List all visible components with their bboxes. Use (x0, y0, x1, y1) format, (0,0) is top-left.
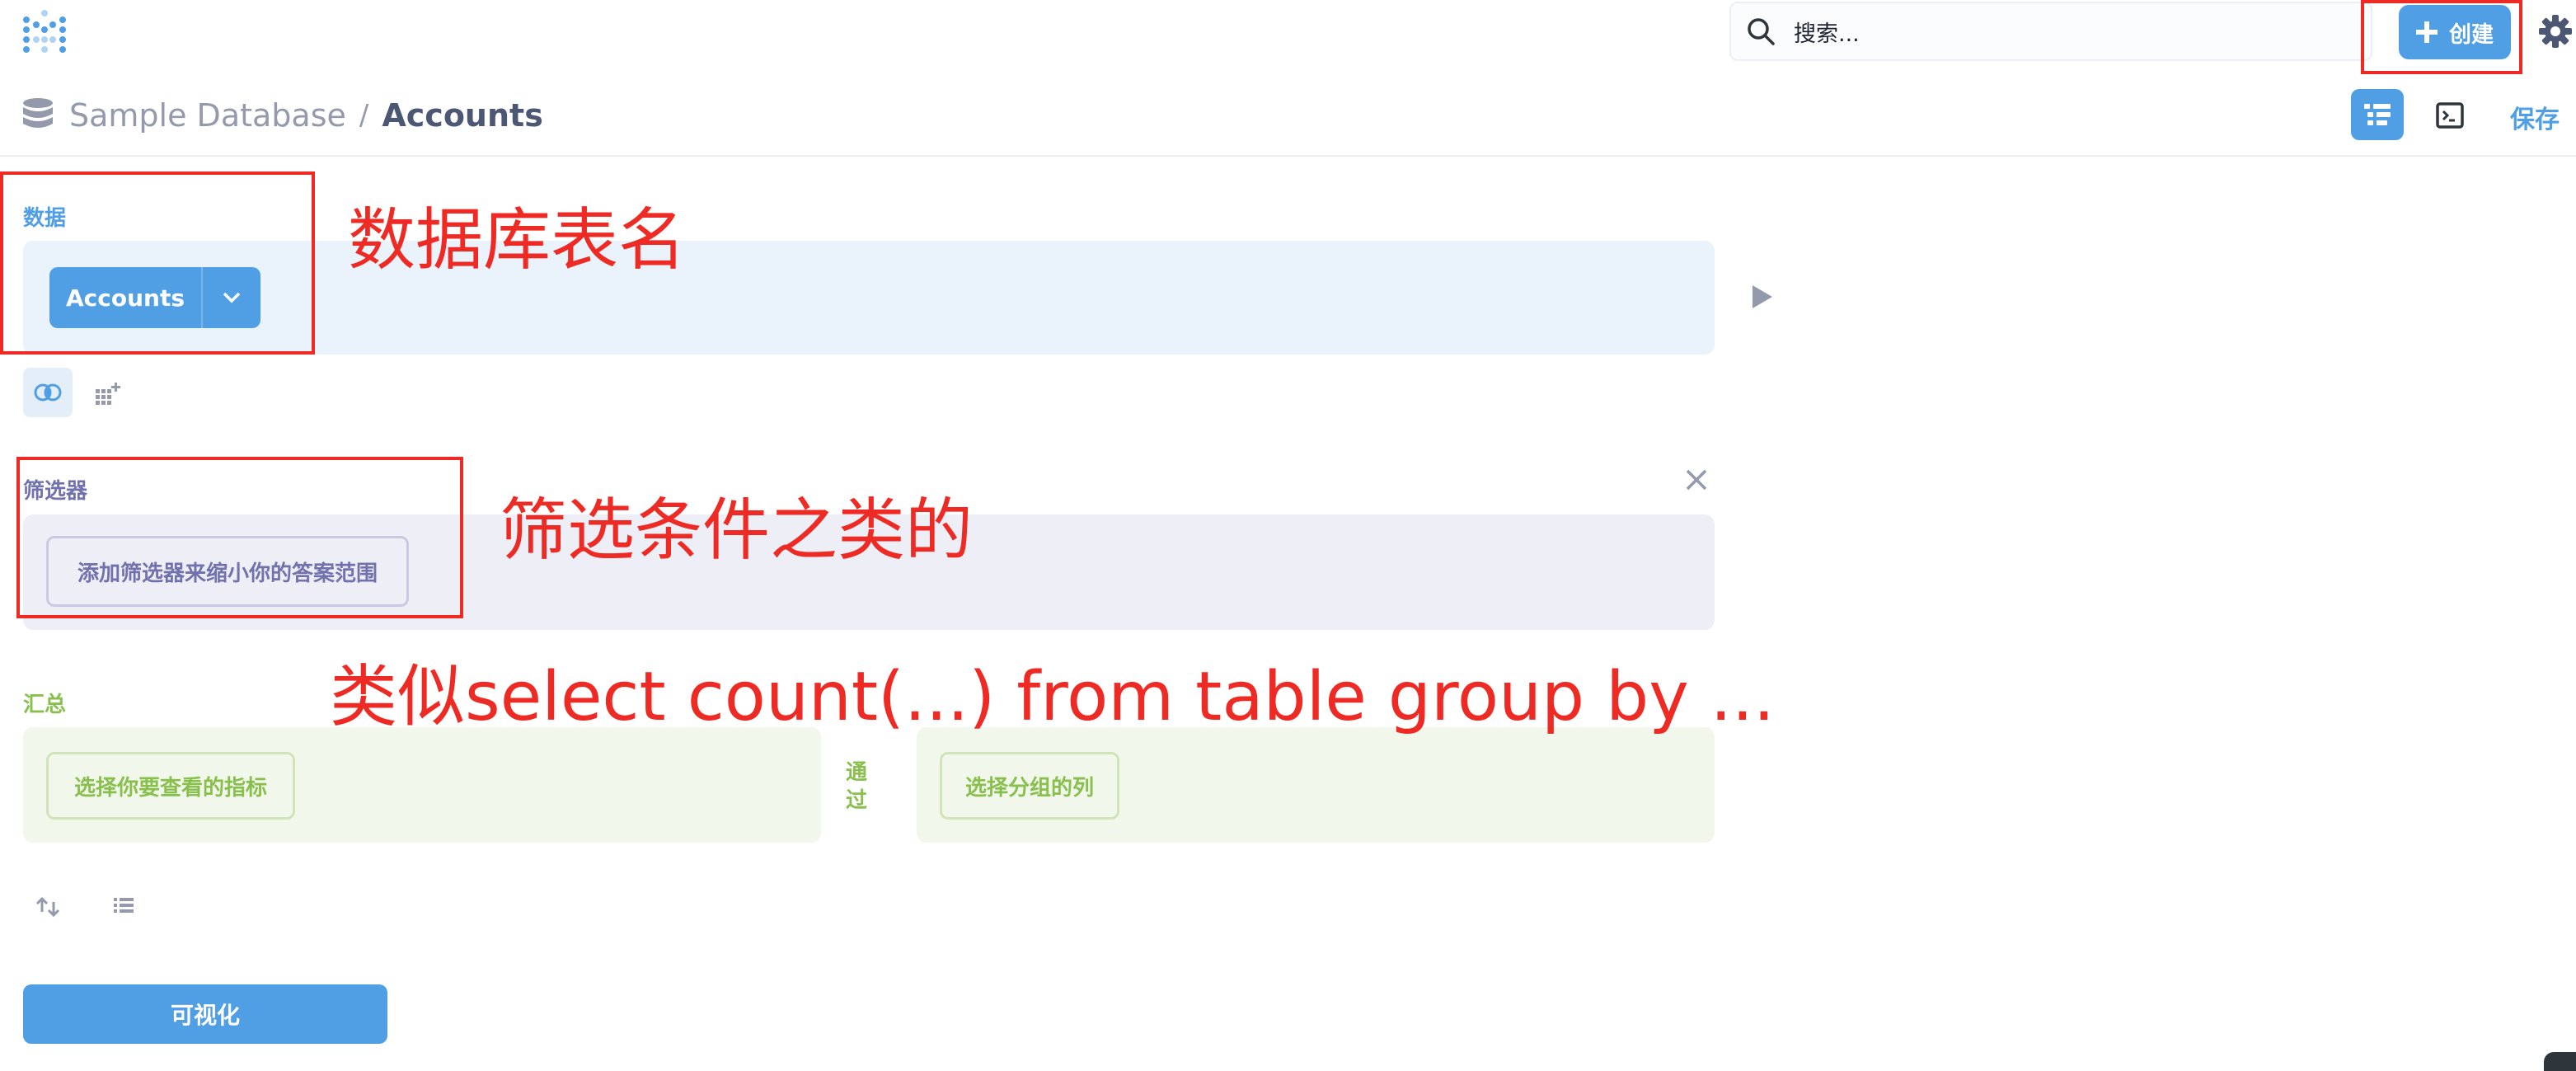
breadcrumb: Sample Database / Accounts (21, 92, 543, 139)
pick-metric-button[interactable]: 选择你要查看的指标 (46, 752, 295, 820)
database-icon (23, 98, 53, 128)
notebook-icon (2364, 104, 2391, 125)
gear-icon[interactable] (2537, 13, 2574, 49)
annotation-text-filter: 筛选条件之类的 (500, 491, 974, 570)
sort-icon[interactable] (35, 895, 61, 922)
join-button[interactable] (23, 368, 73, 417)
header-divider (0, 155, 2576, 157)
search-input[interactable]: 搜索... (1729, 2, 2372, 61)
search-placeholder: 搜索... (1794, 21, 1860, 47)
summarize-section-label: 汇总 (23, 693, 67, 717)
close-icon[interactable] (1685, 468, 1708, 495)
search-icon (1748, 18, 1775, 45)
custom-column-icon (96, 383, 120, 405)
breadcrumb-separator: / (359, 99, 369, 132)
visualize-button[interactable]: 可视化 (23, 984, 387, 1044)
annotation-box-filter (16, 457, 463, 618)
console-icon (2436, 102, 2464, 129)
play-icon[interactable] (1751, 284, 1774, 313)
annotation-text-data: 数据库表名 (348, 201, 687, 279)
sql-view-button[interactable] (2427, 92, 2473, 139)
notebook-view-button[interactable] (2351, 89, 2404, 140)
metabase-logo-icon[interactable] (21, 8, 68, 58)
annotation-box-data (0, 171, 315, 355)
pick-group-column-button[interactable]: 选择分组的列 (940, 752, 1119, 820)
group-by-label: 通过 (846, 760, 868, 813)
save-button[interactable]: 保存 (2510, 99, 2560, 135)
breadcrumb-table[interactable]: Accounts (382, 97, 542, 134)
custom-column-button[interactable] (89, 376, 125, 412)
breadcrumb-database[interactable]: Sample Database (69, 97, 346, 134)
join-icon (34, 383, 62, 402)
annotation-text-summarize: 类似select count(...) from table group by … (330, 658, 1775, 736)
annotation-box-create (2361, 0, 2522, 74)
list-icon[interactable] (112, 895, 135, 918)
corner-widget[interactable] (2544, 1052, 2576, 1071)
